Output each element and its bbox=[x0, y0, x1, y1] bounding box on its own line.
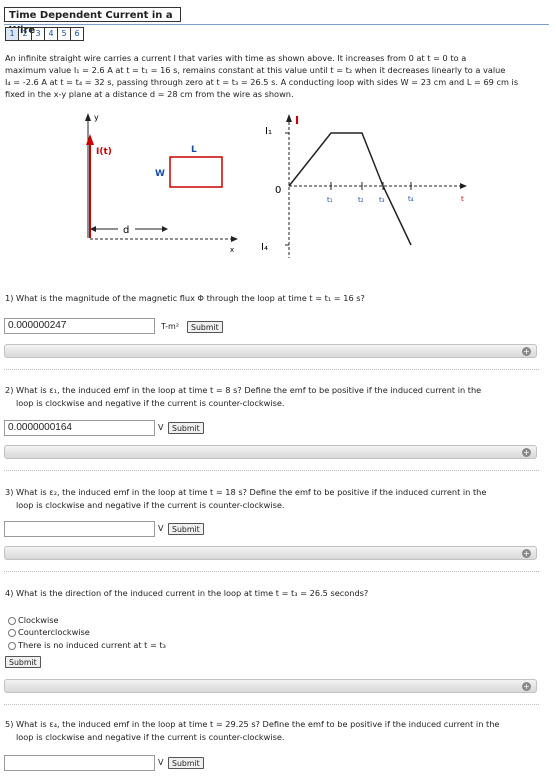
hint-bar-q4[interactable]: + bbox=[4, 679, 537, 693]
submit-button-q5[interactable]: Submit bbox=[168, 757, 204, 769]
emf4-answer-field[interactable] bbox=[4, 755, 155, 771]
i4-label: I₄ bbox=[261, 242, 268, 253]
t2-label: t₂ bbox=[358, 196, 364, 204]
question-2-text-cont: loop is clockwise and negative if the cu… bbox=[16, 397, 285, 408]
question-3-text-cont: loop is clockwise and negative if the cu… bbox=[16, 499, 285, 510]
loop-length-label: L bbox=[191, 145, 197, 155]
emf4-unit: V bbox=[158, 758, 164, 767]
intro-line-3: I₄ = -2.6 A at t = t₄ = 32 s, passing th… bbox=[5, 77, 519, 87]
tab-1[interactable]: 1 bbox=[6, 28, 19, 40]
intro-line-2: maximum value I₁ = 2.6 A at t = t₁ = 16 … bbox=[5, 65, 506, 75]
problem-statement: An infinite straight wire carries a curr… bbox=[5, 52, 551, 100]
question-3-text: 3) What is ε₂, the induced emf in the lo… bbox=[5, 487, 487, 497]
submit-button-q4[interactable]: Submit bbox=[5, 656, 41, 668]
flux-answer-field[interactable]: 0.000000247 bbox=[4, 318, 155, 334]
current-label: I(t) bbox=[96, 147, 112, 157]
plus-circle-icon[interactable]: + bbox=[522, 548, 531, 558]
distance-label: d bbox=[123, 225, 129, 236]
plus-circle-icon[interactable]: + bbox=[522, 681, 531, 691]
question-2: 2) What is ε₁, the induced emf in the lo… bbox=[5, 384, 545, 409]
current-curve bbox=[288, 132, 412, 246]
wire-loop-figure: y I(t) L W d x bbox=[85, 113, 238, 254]
divider bbox=[4, 571, 539, 572]
option-counterclockwise[interactable]: Counterclockwise bbox=[8, 627, 90, 638]
intro-line-4: fixed in the x-y plane at a distance d =… bbox=[5, 89, 294, 99]
question-2-text: 2) What is ε₁, the induced emf in the lo… bbox=[5, 385, 482, 395]
submit-button-q2[interactable]: Submit bbox=[168, 422, 204, 434]
radio-button[interactable] bbox=[8, 628, 16, 637]
question-1: 1) What is the magnitude of the magnetic… bbox=[5, 292, 545, 305]
flux-unit: T-m² bbox=[161, 322, 180, 331]
conducting-loop bbox=[169, 156, 223, 188]
page-title: Time Dependent Current in a Wire bbox=[4, 7, 181, 36]
tab-5[interactable]: 5 bbox=[58, 28, 71, 40]
tab-4[interactable]: 4 bbox=[45, 28, 58, 40]
problem-part-tabs: 1 2 3 4 5 6 bbox=[5, 27, 84, 41]
option-clockwise[interactable]: Clockwise bbox=[8, 615, 59, 626]
y-axis-label: y bbox=[94, 113, 99, 122]
loop-width-label: W bbox=[155, 169, 165, 179]
hint-bar-q2[interactable]: + bbox=[4, 445, 537, 459]
tab-6[interactable]: 6 bbox=[71, 28, 83, 40]
divider bbox=[4, 369, 539, 370]
title-rule bbox=[4, 24, 549, 25]
tab-2[interactable]: 2 bbox=[19, 28, 32, 40]
radio-button[interactable] bbox=[8, 616, 16, 625]
tab-3[interactable]: 3 bbox=[32, 28, 45, 40]
t-label: t bbox=[461, 195, 464, 203]
i1-label: I₁ bbox=[265, 126, 272, 137]
emf2-unit: V bbox=[158, 524, 164, 533]
graph-current-label: I bbox=[295, 114, 299, 127]
question-5: 5) What is ε₄, the induced emf in the lo… bbox=[5, 718, 545, 743]
option-label: There is no induced current at t = t₃ bbox=[18, 640, 166, 650]
current-time-graph: I I₁ 0 t₁ t₂ t₃ t₄ t I₄ bbox=[261, 114, 467, 258]
emf1-unit: V bbox=[158, 423, 164, 432]
t4-label: t₄ bbox=[408, 195, 414, 203]
question-5-text-cont: loop is clockwise and negative if the cu… bbox=[16, 731, 285, 742]
emf1-answer-field[interactable]: 0.0000000164 bbox=[4, 420, 155, 436]
question-4-text: 4) What is the direction of the induced … bbox=[5, 588, 369, 598]
option-label: Clockwise bbox=[18, 615, 59, 625]
divider bbox=[4, 470, 539, 471]
hint-bar-q3[interactable]: + bbox=[4, 546, 537, 560]
question-5-text: 5) What is ε₄, the induced emf in the lo… bbox=[5, 719, 500, 729]
question-3: 3) What is ε₂, the induced emf in the lo… bbox=[5, 486, 545, 511]
x-axis-label: x bbox=[230, 246, 234, 254]
submit-button-q3[interactable]: Submit bbox=[168, 523, 204, 535]
plus-circle-icon[interactable]: + bbox=[522, 447, 531, 457]
option-no-current[interactable]: There is no induced current at t = t₃ bbox=[8, 640, 166, 651]
t3-label: t₃ bbox=[379, 196, 385, 204]
hint-bar-q1[interactable]: + bbox=[4, 344, 537, 358]
option-label: Counterclockwise bbox=[18, 627, 90, 637]
emf2-answer-field[interactable] bbox=[4, 521, 155, 537]
intro-line-1: An infinite straight wire carries a curr… bbox=[5, 53, 467, 63]
t1-label: t₁ bbox=[327, 196, 333, 204]
zero-label: 0 bbox=[275, 185, 281, 196]
plus-circle-icon[interactable]: + bbox=[522, 346, 531, 356]
divider bbox=[4, 704, 539, 705]
question-4: 4) What is the direction of the induced … bbox=[5, 587, 545, 600]
submit-button-q1[interactable]: Submit bbox=[187, 321, 223, 333]
radio-button[interactable] bbox=[8, 641, 16, 650]
question-1-text: 1) What is the magnitude of the magnetic… bbox=[5, 293, 365, 303]
